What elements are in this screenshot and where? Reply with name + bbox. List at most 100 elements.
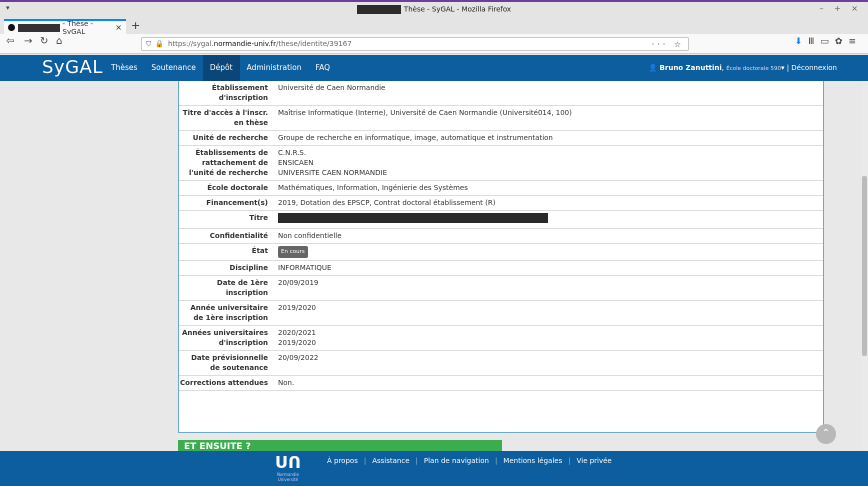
normandie-logo[interactable]: ᑌᑎ Normandie Université [274,454,302,483]
footer-link-vie-privee[interactable]: Vie privée [577,457,612,465]
row-value: 20/09/2019 [278,279,319,287]
nav-theses[interactable]: Thèses [104,55,144,81]
table-row: État En cours [179,244,823,261]
window-controls[interactable]: – + × [820,4,863,13]
table-row: Établissement d'inscription Université de… [179,81,823,106]
new-tab-button[interactable]: + [131,19,140,32]
lock-icon[interactable]: 🔒 [155,40,164,48]
page-scrollbar[interactable] [861,81,868,450]
app-logo[interactable]: SyGAL [42,57,103,78]
row-value [278,213,548,226]
window-titlebar: ▾ Thèse - SyGAL - Mozilla Firefox – + × [0,0,868,18]
url-prefix: https://sygal. [167,40,214,48]
scrollbar-thumb[interactable] [862,176,867,356]
scroll-to-top-button[interactable]: ⌃ [816,424,836,444]
row-value: Université de Caen Normandie [278,84,386,92]
nav-faq[interactable]: FAQ [308,55,337,81]
row-value: Groupe de recherche en informatique, ima… [278,134,553,142]
shield-icon[interactable]: ⛉ [146,40,151,49]
row-value: 2019, Dotation des EPSCP, Contrat doctor… [278,199,496,207]
redacted-title [278,213,548,223]
row-value: Non. [278,379,295,387]
identity-table: Établissement d'inscription Université de… [179,81,823,391]
logout-link[interactable]: Déconnexion [791,64,837,72]
window-title: Thèse - SyGAL - Mozilla Firefox [403,5,512,14]
row-label: Établissements de rattachement de l'unit… [188,149,268,177]
forward-icon[interactable]: → [24,36,32,47]
browser-navbar: ⇦ → ↻ ⌂ ⛉ 🔒 https://sygal.normandie-univ… [0,34,868,54]
footer: ᑌᑎ Normandie Université À propos | Assist… [0,451,868,486]
nav-soutenance[interactable]: Soutenance [144,55,203,81]
row-label: État [251,247,268,255]
row-value: C.N.R.S. ENSICAEN UNIVERSITE CAEN NORMAN… [278,149,388,177]
row-label: Titre [249,214,268,222]
row-value: Maîtrise Informatique (Interne), Univers… [278,109,572,117]
redacted-block [17,23,60,32]
tab-favicon-icon [8,24,15,31]
row-label: École doctorale [207,184,268,192]
thesis-identity-panel: Établissement d'inscription Université de… [178,81,824,433]
download-icon[interactable]: ⬇ [795,37,809,47]
menu-icon[interactable]: ≡ [848,37,862,47]
row-value: 2020/2021 2019/2020 [278,329,316,347]
user-role: École doctorale 590 [726,66,781,72]
row-label: Confidentialité [209,232,268,240]
user-name: Bruno Zanuttini [659,64,722,72]
logo-caption: Normandie Université [276,472,299,482]
table-row: Titre d'accès à l'inscr. en thèse Maîtris… [179,106,823,131]
footer-link-assistance[interactable]: Assistance [372,457,409,465]
footer-links: À propos | Assistance | Plan de navigation… [327,457,612,465]
table-row: Années universitaires d'inscription 2020/… [179,326,823,351]
row-label: Unité de recherche [192,134,268,142]
table-row: Unité de recherche Groupe de recherche en… [179,131,823,146]
row-label: Financement(s) [206,199,268,207]
reload-icon[interactable]: ↻ [40,36,48,47]
user-menu[interactable]: 👤 Bruno Zanuttini, École doctorale 590▾ … [649,64,837,72]
table-row: Date prévisionnelle de soutenance 20/09/2… [179,351,823,376]
toolbar-icons: ⬇Ⅲ▭✿≡ [795,37,862,47]
footer-link-mentions[interactable]: Mentions légales [503,457,562,465]
url-bar[interactable]: ⛉ 🔒 https://sygal.normandie-univ.fr/thes… [141,37,689,51]
row-value: Non confidentielle [278,232,342,240]
row-value: Mathématiques, Information, Ingénierie d… [278,184,468,192]
user-icon: 👤 [648,64,658,72]
home-icon[interactable]: ⌂ [56,36,62,47]
row-value: 2019/2020 [278,304,316,312]
table-row: Date de 1ère inscription 20/09/2019 [179,276,823,301]
url-text: https://sygal.normandie-univ.fr/these/id… [168,40,352,48]
main-nav: Thèses Soutenance Dépôt Administration F… [104,55,337,81]
footer-link-plan[interactable]: Plan de navigation [424,457,489,465]
row-label: Établissement d'inscription [211,84,268,102]
chevron-down-icon: ▾ [780,64,785,72]
row-label: Date de 1ère inscription [216,279,268,297]
table-row: Financement(s) 2019, Dotation des EPSCP, … [179,196,823,211]
table-row: Discipline INFORMATIQUE [179,261,823,276]
row-label: Corrections attendues [180,379,268,387]
app-navbar: SyGAL Thèses Soutenance Dépôt Administra… [0,55,868,81]
row-label: Titre d'accès à l'inscr. en thèse [182,109,268,127]
url-path: /these/identite/39167 [276,40,352,48]
redacted-block [356,5,401,14]
row-label: Année universitaire de 1ère inscription [190,304,268,322]
status-badge: En cours [278,246,308,258]
row-value: En cours [278,246,308,258]
sidebar-icon[interactable]: ▭ [820,37,835,47]
back-icon[interactable]: ⇦ [6,36,14,47]
row-label: Discipline [229,264,268,272]
extension-icon[interactable]: ✿ [835,37,849,47]
table-row: Établissements de rattachement de l'unit… [179,146,823,181]
row-value: 20/09/2022 [278,354,319,362]
table-row: Année universitaire de 1ère inscription 2… [179,301,823,326]
library-icon[interactable]: Ⅲ [808,37,820,47]
page-actions-icon[interactable]: ··· ☆ [652,40,684,49]
table-row: École doctorale Mathématiques, Informatio… [179,181,823,196]
tab-close-icon[interactable]: × [115,23,122,32]
nav-administration[interactable]: Administration [240,55,309,81]
nav-depot[interactable]: Dépôt [202,55,240,81]
row-label: Date prévisionnelle de soutenance [191,354,268,372]
table-row: Confidentialité Non confidentielle [179,229,823,244]
tab-strip: - Thèse - SyGAL × + [0,18,868,36]
row-value: INFORMATIQUE [278,264,332,272]
footer-link-apropos[interactable]: À propos [327,457,358,465]
browser-tab[interactable]: - Thèse - SyGAL × [4,19,126,36]
